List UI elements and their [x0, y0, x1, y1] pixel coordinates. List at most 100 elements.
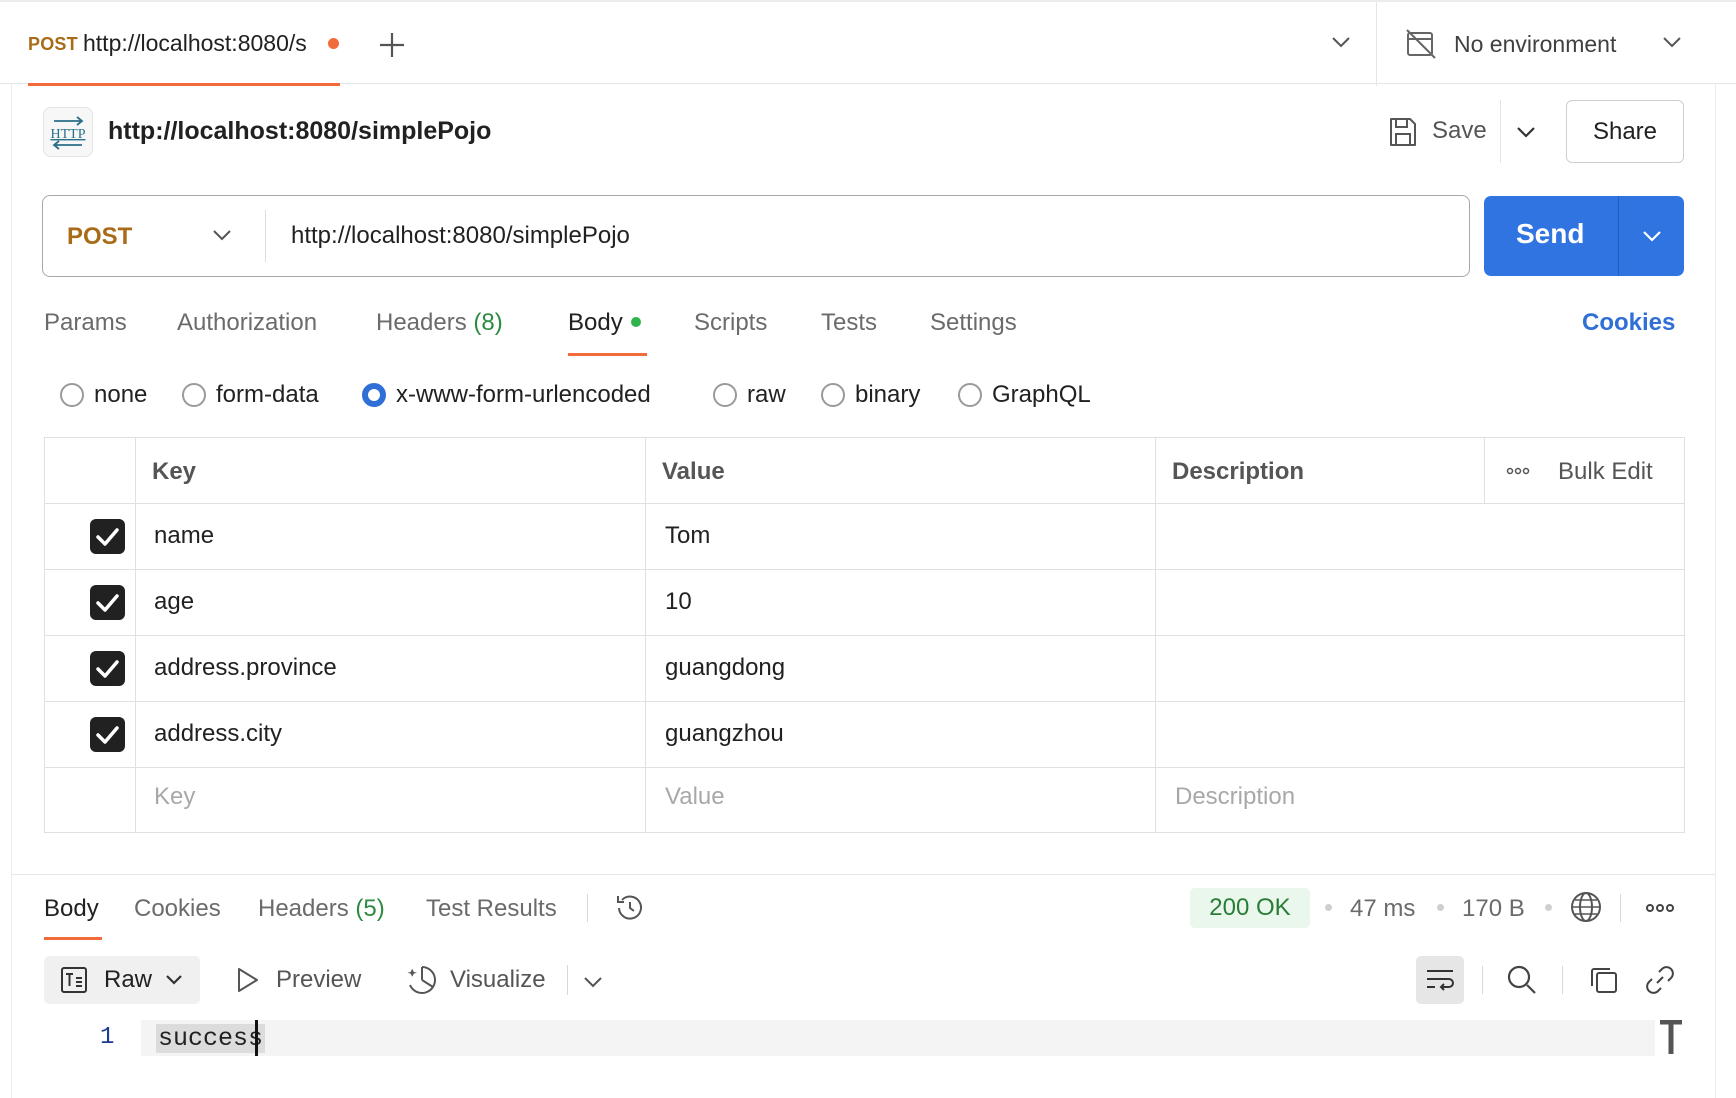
bulk-edit-button[interactable]: Bulk Edit [1558, 458, 1653, 486]
chevron-down-icon[interactable] [1330, 34, 1352, 50]
tab-label: Params [44, 309, 127, 336]
link-icon[interactable] [1644, 964, 1676, 996]
method-divider [265, 210, 266, 262]
row-checkbox[interactable] [90, 717, 125, 752]
radio-label: none [94, 381, 148, 408]
params-table: Key Value Description Bulk Edit name Tom… [44, 437, 1685, 833]
send-options-chevron-icon[interactable] [1641, 228, 1663, 244]
copy-icon[interactable] [1588, 964, 1620, 996]
row-divider [45, 635, 1684, 636]
cookies-link[interactable]: Cookies [1582, 309, 1675, 337]
send-label: Send [1516, 218, 1585, 249]
row-key[interactable]: age [154, 588, 194, 616]
row-value[interactable]: guangdong [665, 654, 785, 682]
tab-headers[interactable]: Headers (8) [376, 309, 503, 337]
format-chevron-icon [164, 973, 184, 987]
row-key[interactable]: address.city [154, 720, 282, 748]
response-tab-headers[interactable]: Headers (5) [258, 895, 385, 923]
visualize-chevron-icon[interactable] [582, 974, 604, 990]
column-divider [1484, 438, 1485, 503]
tab-label: Test Results [426, 895, 557, 922]
tab-label: Settings [930, 309, 1017, 336]
row-divider [45, 701, 1684, 702]
svg-text:HTTP: HTTP [51, 127, 86, 142]
tab-settings[interactable]: Settings [930, 309, 1017, 337]
response-tab-test-results[interactable]: Test Results [426, 895, 557, 923]
url-input[interactable] [291, 222, 1441, 250]
row-checkbox[interactable] [90, 585, 125, 620]
tab-label: Body [44, 895, 99, 922]
new-value-input[interactable]: Value [665, 783, 725, 811]
response-tab-cookies[interactable]: Cookies [134, 895, 221, 923]
environment-divider [1376, 2, 1377, 86]
radio-circle [182, 383, 206, 407]
row-value[interactable]: Tom [665, 522, 710, 550]
share-button[interactable]: Share [1566, 100, 1684, 163]
response-size[interactable]: 170 B [1462, 895, 1525, 923]
format-select[interactable]: Raw [44, 956, 200, 1004]
tab-scripts[interactable]: Scripts [694, 309, 767, 337]
environment-chevron-icon[interactable] [1661, 34, 1683, 50]
radio-circle [60, 383, 84, 407]
save-icon[interactable] [1388, 116, 1418, 148]
tab-label: Headers [258, 895, 349, 922]
new-key-input[interactable]: Key [154, 783, 195, 811]
active-request-tab-indicator [568, 353, 647, 356]
row-key[interactable]: address.province [154, 654, 337, 682]
tab-url-label[interactable]: http://localhost:8080/s [83, 30, 319, 57]
save-options-chevron-icon[interactable] [1515, 124, 1537, 140]
method-chevron-icon [211, 227, 233, 243]
play-icon[interactable] [236, 967, 260, 993]
tab-body[interactable]: Body [568, 309, 641, 337]
status-badge[interactable]: 200 OK [1190, 888, 1310, 928]
preview-button[interactable]: Preview [276, 966, 361, 994]
body-indicator-dot [630, 316, 641, 327]
radio-label: x-www-form-urlencoded [396, 381, 651, 408]
send-divider [1618, 196, 1619, 276]
url-bar: POST [42, 195, 1470, 277]
response-time[interactable]: 47 ms [1350, 895, 1415, 923]
row-checkbox[interactable] [90, 651, 125, 686]
tab-tests[interactable]: Tests [821, 309, 877, 337]
visualize-button[interactable]: Visualize [450, 966, 546, 994]
toolbar-divider [587, 894, 588, 922]
response-tab-body[interactable]: Body [44, 895, 99, 923]
wrap-lines-icon [1425, 966, 1455, 994]
tab-params[interactable]: Params [44, 309, 127, 337]
response-body-text[interactable]: success [156, 1024, 266, 1053]
toolbar-divider [567, 965, 568, 995]
tab-label: Authorization [177, 309, 318, 336]
right-border [1715, 84, 1716, 1098]
unsaved-dot [328, 38, 339, 49]
tab-label: Scripts [694, 309, 768, 336]
editor-scrollbar[interactable] [1658, 1020, 1684, 1056]
toolbar-divider [1620, 894, 1621, 922]
raw-text-icon [60, 966, 88, 994]
method-select[interactable]: POST [43, 196, 265, 275]
radio-circle [821, 383, 845, 407]
request-title[interactable]: http://localhost:8080/simplePojo [108, 117, 491, 146]
save-button[interactable]: Save [1432, 117, 1487, 145]
search-icon[interactable] [1506, 964, 1538, 996]
tab-label: Cookies [134, 895, 221, 922]
more-options-icon[interactable] [1506, 466, 1530, 476]
line-number: 1 [100, 1024, 115, 1051]
globe-icon[interactable] [1570, 891, 1602, 923]
wrap-lines-button[interactable] [1416, 956, 1464, 1004]
tab-authorization[interactable]: Authorization [177, 309, 317, 337]
radio-label: form-data [216, 381, 319, 408]
row-checkbox[interactable] [90, 519, 125, 554]
radio-label: raw [747, 381, 786, 408]
history-icon[interactable] [614, 892, 646, 924]
row-value[interactable]: 10 [665, 588, 692, 616]
plus-icon[interactable] [378, 31, 406, 59]
tab-method-label[interactable]: POST [28, 34, 78, 55]
new-description-input[interactable]: Description [1175, 783, 1295, 811]
send-button[interactable]: Send [1484, 196, 1684, 276]
more-options-icon[interactable] [1645, 902, 1675, 914]
environment-selector[interactable]: No environment [1454, 31, 1616, 58]
row-key[interactable]: name [154, 522, 214, 550]
response-editor-line[interactable] [141, 1020, 1655, 1056]
row-value[interactable]: guangzhou [665, 720, 784, 748]
visualize-icon[interactable] [406, 964, 438, 996]
